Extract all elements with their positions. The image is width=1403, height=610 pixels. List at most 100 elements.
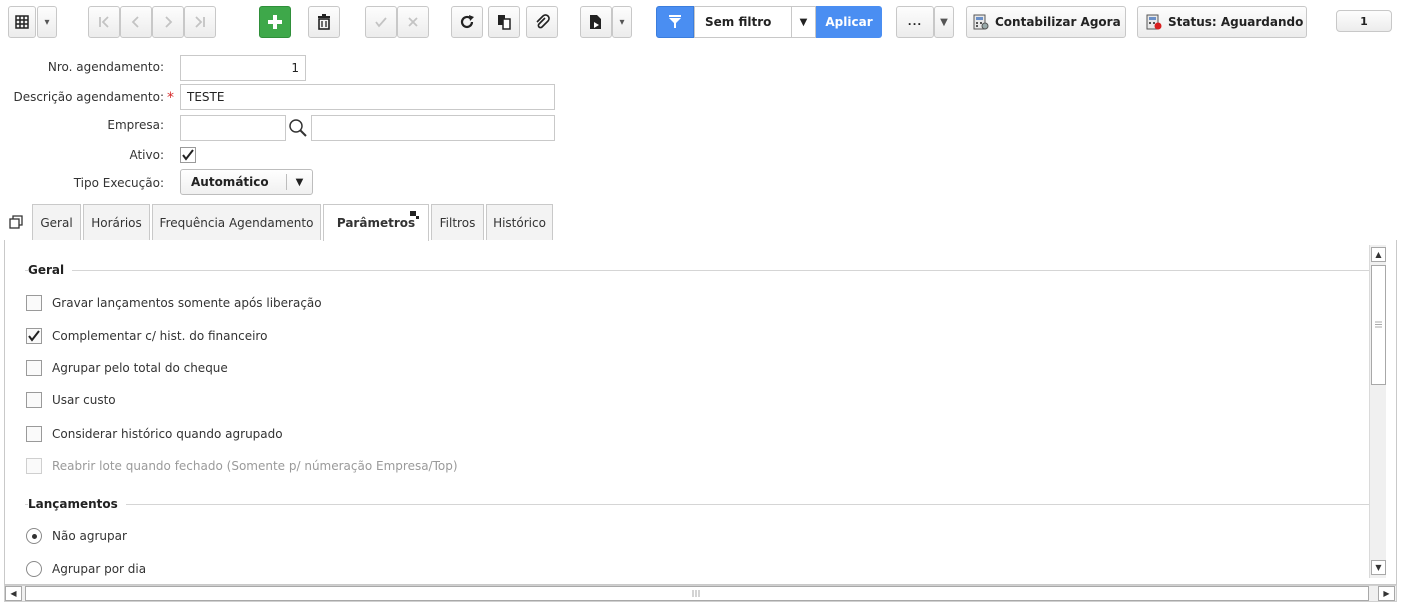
ativo-label: Ativo:: [129, 148, 164, 162]
last-record-button[interactable]: [184, 6, 216, 38]
tab-horarios[interactable]: Horários: [83, 204, 150, 240]
cancel-icon: [408, 17, 418, 27]
option-label: Reabrir lote quando fechado (Somente p/ …: [52, 459, 458, 473]
tab-filtros[interactable]: Filtros: [431, 204, 484, 240]
chevron-down-icon: ▾: [619, 16, 625, 28]
option-checkbox-disabled: [26, 458, 42, 474]
page-number-indicator[interactable]: 1: [1336, 10, 1392, 32]
option-checkbox[interactable]: [26, 426, 42, 442]
more-actions-button[interactable]: ...: [896, 6, 934, 38]
tab-historico[interactable]: Histórico: [486, 204, 553, 240]
section-divider: [25, 270, 1370, 271]
more-actions-dropdown-button[interactable]: ▼: [934, 6, 954, 38]
tab-geral[interactable]: Geral: [32, 204, 81, 240]
empresa-name-field[interactable]: [311, 115, 555, 141]
status-icon: [1146, 14, 1162, 30]
section-divider: [25, 504, 1370, 505]
search-icon[interactable]: [287, 117, 309, 142]
tab-bar: Geral Horários Frequência Agendamento Pa…: [0, 204, 1403, 241]
horizontal-scrollbar[interactable]: ◀ ▶: [4, 585, 1397, 602]
tab-parametros-label: Parâmetros: [336, 216, 416, 230]
delete-button[interactable]: [308, 6, 340, 38]
filter-select-value: Sem filtro: [705, 15, 772, 29]
vertical-scrollbar[interactable]: ▲ ▼: [1369, 245, 1386, 578]
section-title-lancamentos: Lançamentos: [28, 497, 126, 511]
tab-frequencia-agendamento[interactable]: Frequência Agendamento: [152, 204, 321, 240]
check-icon: [375, 16, 387, 28]
grip-icon: [692, 590, 700, 597]
scroll-up-icon[interactable]: ▲: [1371, 247, 1386, 262]
chevron-down-icon: ▼: [286, 174, 312, 190]
option-checkbox[interactable]: [26, 328, 42, 344]
empresa-code-field[interactable]: [180, 115, 286, 141]
grid-view-dropdown-button[interactable]: ▾: [37, 6, 57, 38]
filter-button[interactable]: [656, 6, 694, 38]
radio-label: Não agrupar: [52, 529, 127, 543]
horizontal-scroll-thumb[interactable]: [25, 586, 1369, 601]
toolbar: ▾ ▾ Sem filtro ▼ Aplicar ... ▼ Contabili…: [0, 0, 1403, 44]
check-icon: [28, 330, 40, 342]
nro-agendamento-label: Nro. agendamento:: [47, 60, 164, 74]
scroll-down-icon[interactable]: ▼: [1371, 560, 1386, 575]
option-label: Complementar c/ hist. do financeiro: [52, 329, 268, 343]
option-checkbox[interactable]: [26, 295, 42, 311]
grip-icon: [1375, 321, 1382, 328]
apply-filter-button[interactable]: Aplicar: [816, 6, 882, 38]
scroll-right-icon[interactable]: ▶: [1378, 586, 1395, 601]
ativo-checkbox[interactable]: [180, 147, 196, 163]
check-icon: [182, 149, 194, 161]
contabilizar-agora-button[interactable]: Contabilizar Agora: [966, 6, 1126, 38]
detach-tab-icon[interactable]: [410, 209, 420, 223]
radio-nao-agrupar[interactable]: [26, 528, 42, 544]
next-icon: [161, 15, 175, 29]
option-checkbox[interactable]: [26, 360, 42, 376]
calculator-icon: [973, 14, 989, 30]
status-button[interactable]: Status: Aguardando: [1137, 6, 1307, 38]
option-label: Usar custo: [52, 393, 116, 407]
option-label: Agrupar pelo total do cheque: [52, 361, 228, 375]
tipo-execucao-select[interactable]: Automático ▼: [180, 169, 313, 195]
option-checkbox[interactable]: [26, 392, 42, 408]
page-number: 1: [1360, 14, 1368, 28]
filter-select[interactable]: Sem filtro ▼: [694, 6, 816, 38]
next-record-button[interactable]: [152, 6, 184, 38]
copy-button[interactable]: [488, 6, 520, 38]
empresa-label: Empresa:: [107, 118, 164, 132]
descricao-agendamento-field[interactable]: TESTE: [180, 84, 555, 110]
nro-agendamento-field[interactable]: 1: [180, 55, 306, 81]
grid-view-button[interactable]: [8, 6, 36, 38]
radio-agrupar-por-dia[interactable]: [26, 561, 42, 577]
refresh-button[interactable]: [451, 6, 483, 38]
option-label: Gravar lançamentos somente após liberaçã…: [52, 296, 322, 310]
option-label: Considerar histórico quando agrupado: [52, 427, 283, 441]
filter-icon: [669, 15, 681, 29]
radio-selected-dot: [31, 533, 37, 539]
tab-parametros[interactable]: Parâmetros: [323, 204, 429, 241]
tipo-execucao-label: Tipo Execução:: [73, 176, 164, 190]
cancel-button[interactable]: [397, 6, 429, 38]
save-button[interactable]: [365, 6, 397, 38]
export-button[interactable]: [580, 6, 612, 38]
attach-icon: [534, 14, 550, 30]
last-icon: [193, 15, 207, 29]
copy-icon: [496, 14, 512, 30]
radio-label: Agrupar por dia: [52, 562, 147, 576]
attach-button[interactable]: [526, 6, 558, 38]
trash-icon: [317, 14, 331, 30]
vertical-scroll-thumb[interactable]: [1371, 265, 1386, 385]
more-icon: ...: [907, 16, 923, 28]
restore-window-icon[interactable]: [9, 215, 23, 232]
tipo-execucao-value: Automático: [191, 175, 269, 189]
first-icon: [97, 15, 111, 29]
chevron-down-icon: ▼: [791, 7, 815, 37]
export-dropdown-button[interactable]: ▾: [612, 6, 632, 38]
scroll-left-icon[interactable]: ◀: [5, 586, 22, 601]
previous-record-button[interactable]: [120, 6, 152, 38]
first-record-button[interactable]: [88, 6, 120, 38]
refresh-icon: [459, 14, 475, 30]
required-asterisk-icon: *: [167, 90, 174, 106]
grid-icon: [15, 15, 29, 29]
chevron-down-icon: ▼: [940, 16, 948, 28]
add-button[interactable]: [259, 6, 291, 38]
chevron-down-icon: ▾: [44, 16, 50, 28]
